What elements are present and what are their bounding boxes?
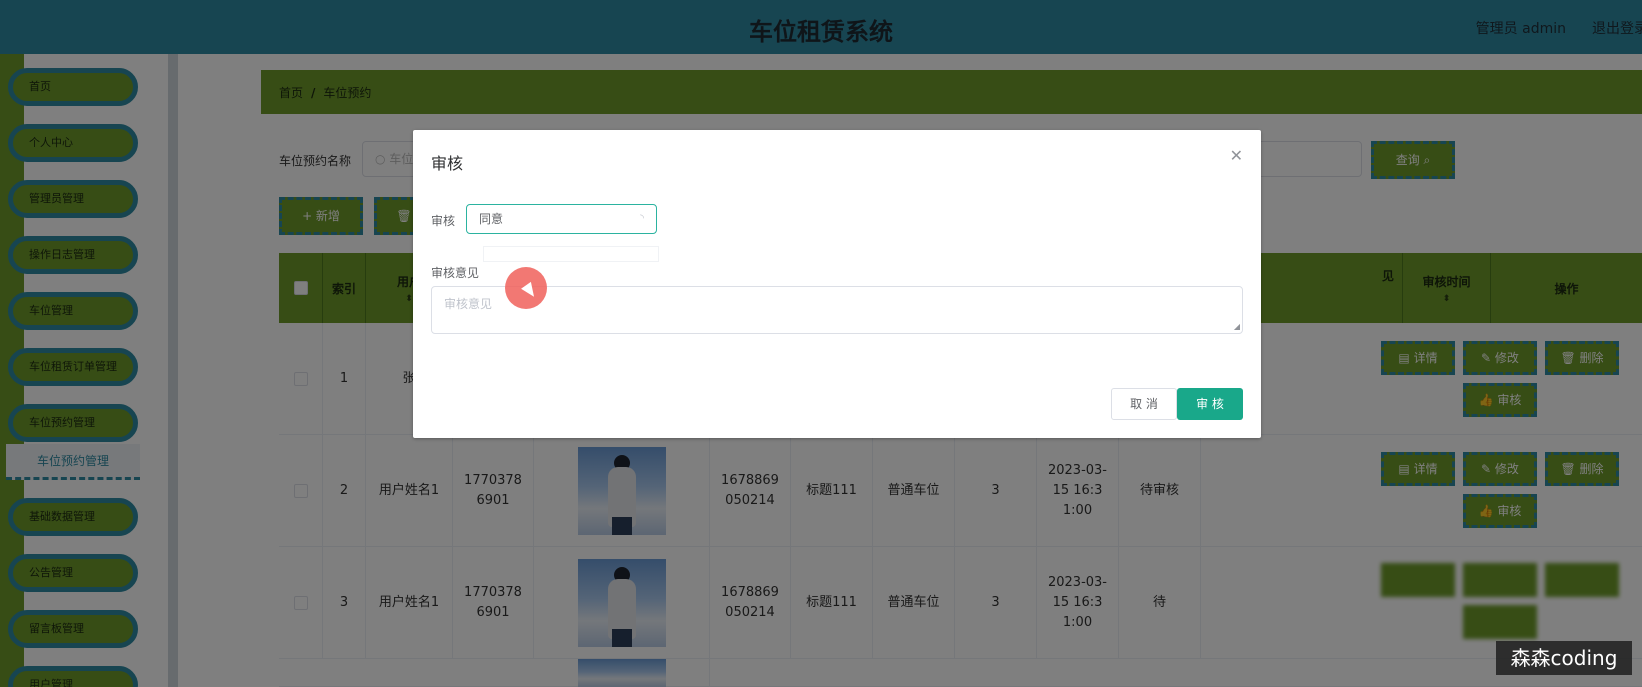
close-icon[interactable]: ✕ [1230, 146, 1243, 165]
resize-handle-icon[interactable]: ◢ [1234, 322, 1240, 331]
audit-opinion-textarea[interactable]: 审核意见 ◢ [431, 286, 1243, 334]
chevron-down-icon: ◝ [640, 213, 644, 224]
audit-opinion-placeholder: 审核意见 [444, 297, 493, 311]
dialog-title: 审核 [431, 154, 464, 173]
audit-select-value: 同意 [479, 212, 504, 226]
cancel-button[interactable]: 取 消 [1111, 388, 1177, 420]
confirm-audit-button[interactable]: 审 核 [1177, 388, 1243, 420]
audit-select[interactable]: 同意 ◝ [466, 204, 657, 234]
watermark: 森森coding [1496, 641, 1632, 675]
dropdown-fading-options [483, 246, 659, 262]
audit-opinion-label: 审核意见 [431, 266, 480, 280]
audit-field-label: 审核 [431, 214, 456, 228]
